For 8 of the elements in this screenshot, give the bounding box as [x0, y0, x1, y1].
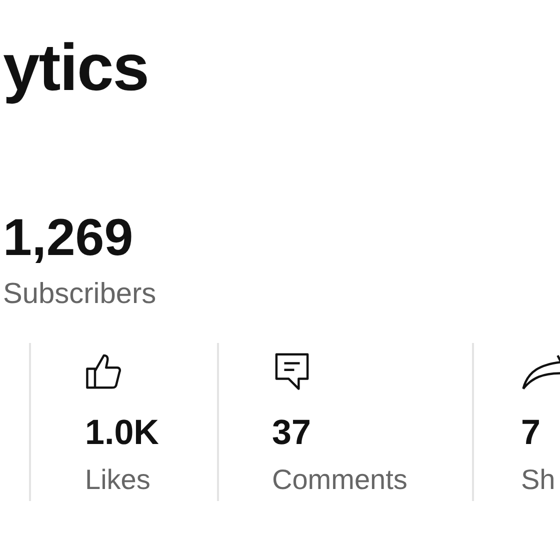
stat-value: 37 [272, 415, 312, 450]
subscriber-count: 1,269 [3, 212, 134, 264]
stat-label: Likes [85, 466, 152, 494]
stat-value: 7 [521, 415, 542, 450]
stat-value: 1.0K [85, 415, 160, 450]
subscriber-label: Subscribers [3, 280, 158, 309]
stat-label: Comments [272, 466, 408, 494]
stat-label: Sh [521, 466, 556, 494]
